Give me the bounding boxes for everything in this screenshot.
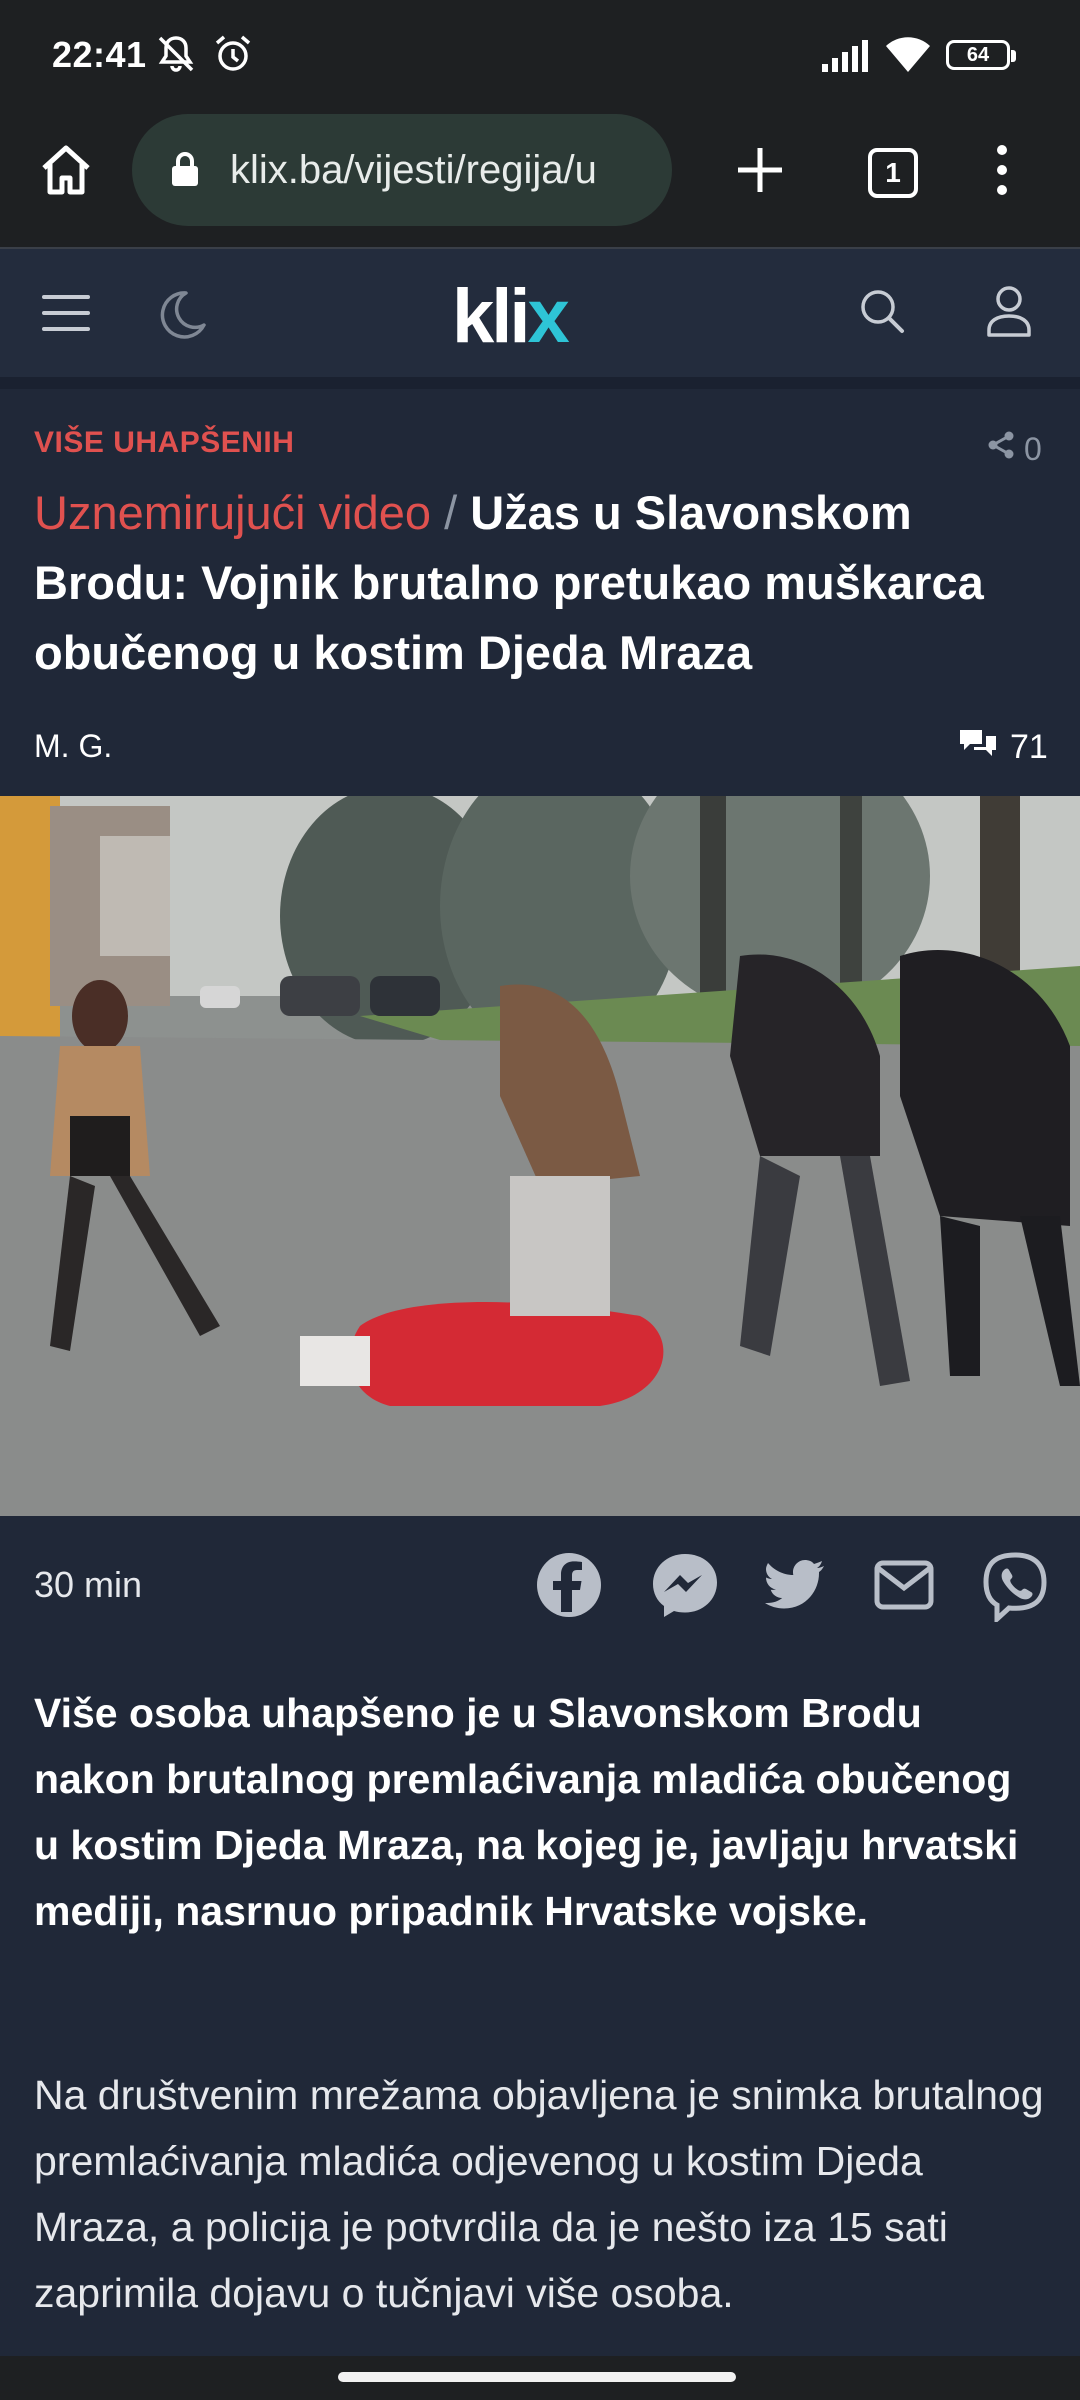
article-headline: Uznemirujući video / Užas u Slavonskom B… xyxy=(34,478,1054,688)
url-text: klix.ba/vijesti/regija/u xyxy=(230,148,597,192)
share-count-value: 0 xyxy=(1024,430,1042,467)
share-count[interactable]: 0 xyxy=(986,430,1042,468)
alarm-icon xyxy=(212,34,254,79)
article-author[interactable]: M. G. xyxy=(34,728,112,765)
home-indicator[interactable] xyxy=(338,2372,736,2382)
share-icon xyxy=(986,430,1016,468)
browser-toolbar: klix.ba/vijesti/regija/u 1 xyxy=(0,112,1080,248)
mail-icon[interactable] xyxy=(874,1560,934,1615)
search-icon[interactable] xyxy=(858,287,906,340)
user-icon[interactable] xyxy=(986,285,1032,342)
home-icon[interactable] xyxy=(38,142,94,203)
status-bar: 22:41 64 xyxy=(0,0,1080,112)
comments-icon xyxy=(958,726,998,769)
url-bar[interactable]: klix.ba/vijesti/regija/u xyxy=(132,114,672,226)
site-header: klix xyxy=(0,249,1080,377)
wifi-icon xyxy=(884,36,932,79)
more-vert-icon[interactable] xyxy=(992,144,1012,201)
signal-icon xyxy=(822,40,872,77)
menu-icon[interactable] xyxy=(42,293,90,338)
article-body: Na društvenim mrežama objavljena je snim… xyxy=(34,2072,1044,2316)
photo-street-scene xyxy=(0,796,1080,1516)
article-lead: Više osoba uhapšeno je u Slavonskom Brod… xyxy=(34,1690,1019,1934)
logo-text: kli xyxy=(452,274,530,359)
headline-category[interactable]: Uznemirujući video xyxy=(34,486,431,539)
lock-icon xyxy=(170,152,200,193)
logo-accent: x xyxy=(527,274,570,359)
system-nav-bar xyxy=(0,2356,1080,2400)
mute-icon xyxy=(154,34,198,79)
status-time: 22:41 xyxy=(52,34,147,75)
comments-link[interactable]: 71 xyxy=(958,726,1048,769)
header-divider xyxy=(0,377,1080,389)
comments-count: 71 xyxy=(1010,728,1048,766)
battery-icon: 64 xyxy=(946,40,1016,70)
messenger-icon[interactable] xyxy=(650,1552,720,1623)
article-kicker: VIŠE UHAPŠENIH xyxy=(34,426,295,459)
headline-separator: / xyxy=(444,486,458,539)
article-time: 30 min xyxy=(34,1564,143,1605)
twitter-icon[interactable] xyxy=(764,1560,826,1617)
moon-icon[interactable] xyxy=(156,289,208,344)
new-tab-icon[interactable] xyxy=(734,144,786,201)
site-logo[interactable]: klix xyxy=(452,273,570,360)
viber-icon[interactable] xyxy=(982,1552,1048,1627)
tabs-icon[interactable]: 1 xyxy=(868,148,918,198)
article-image[interactable] xyxy=(0,796,1080,1516)
facebook-icon[interactable] xyxy=(536,1552,602,1623)
